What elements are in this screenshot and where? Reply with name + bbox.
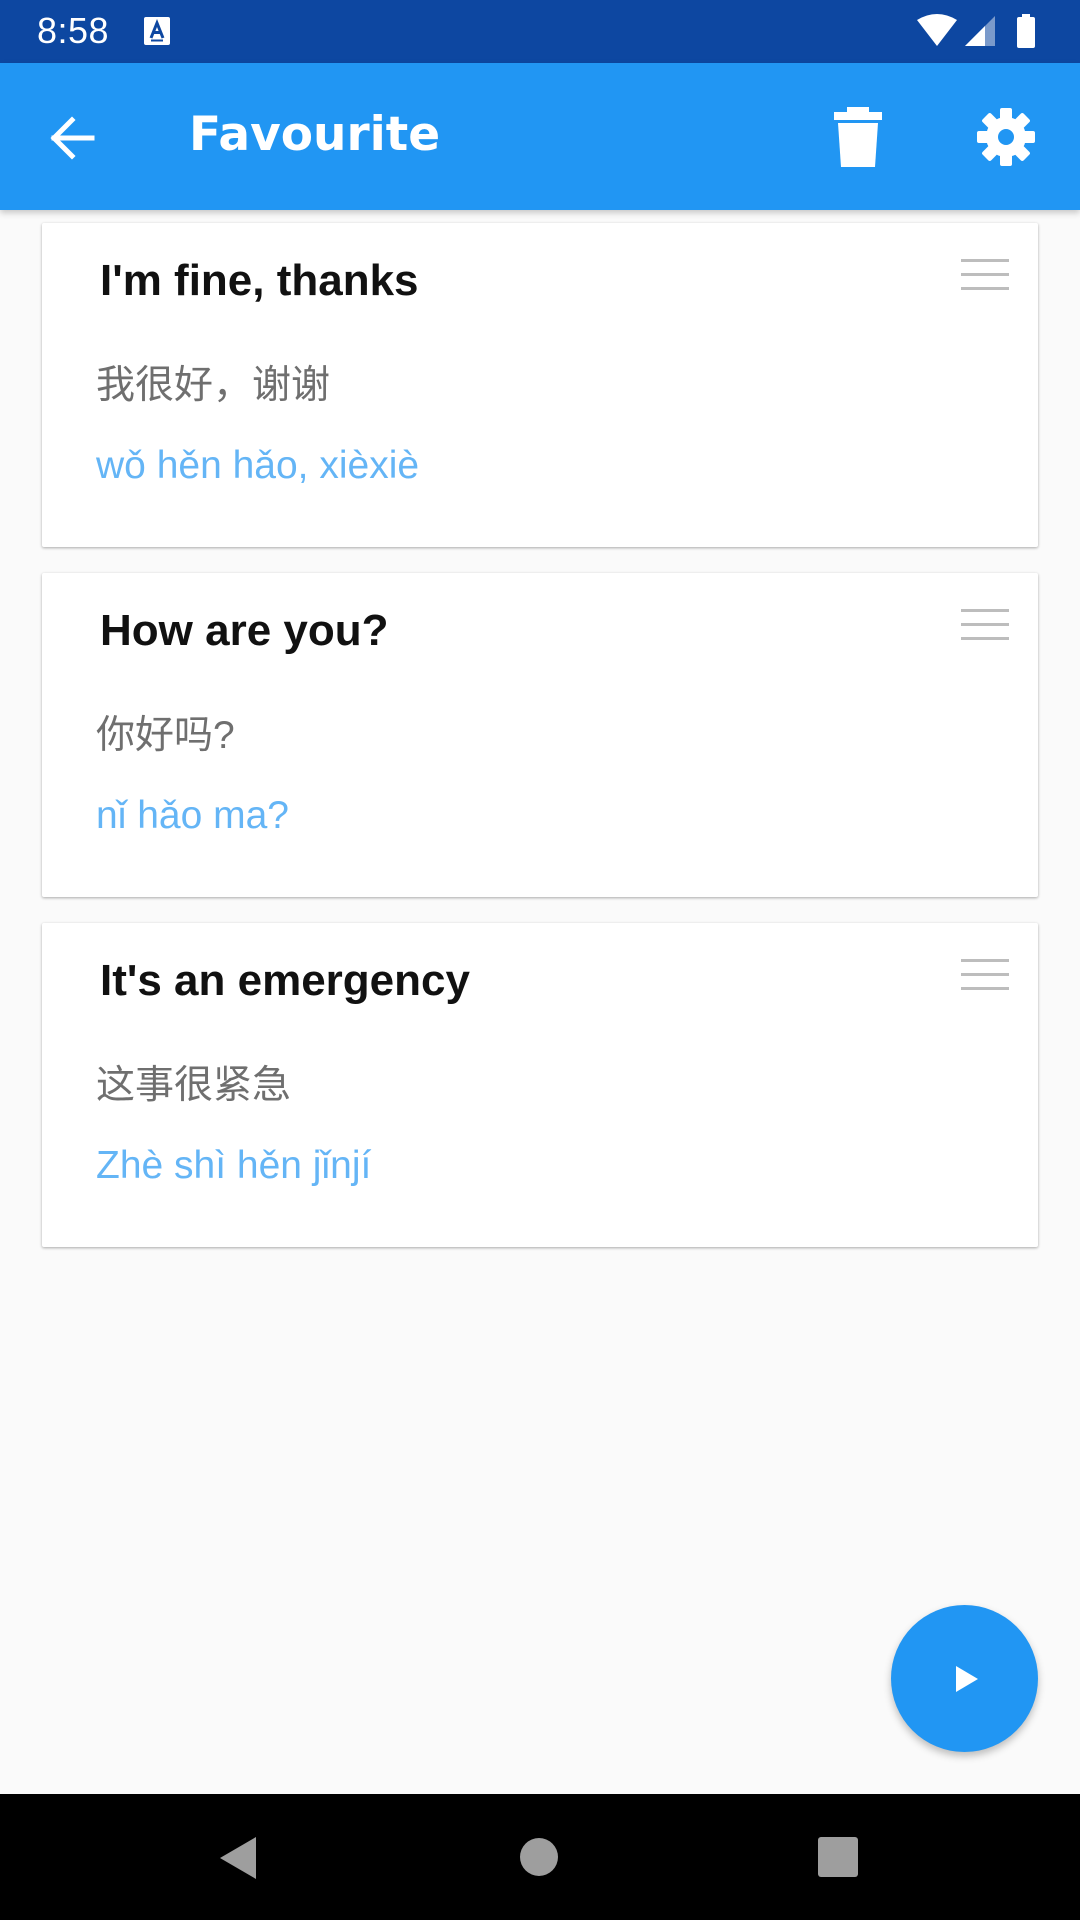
back-arrow-icon[interactable]: [44, 109, 102, 167]
phrase-chinese: 我很好，谢谢: [96, 364, 331, 407]
status-bar: 8:58: [0, 0, 1080, 63]
battery-icon: [1017, 14, 1035, 48]
a-notification-icon: [144, 17, 170, 45]
app-bar: Favourite: [0, 63, 1080, 210]
signal-icon: [965, 16, 995, 46]
phrase-english: It's an emergency: [100, 956, 470, 1005]
play-icon: [956, 1666, 978, 1692]
play-button[interactable]: [891, 1605, 1038, 1752]
phrase-pinyin: Zhè shì hěn jǐnjí: [96, 1144, 372, 1187]
status-time: 8:58: [37, 10, 110, 51]
drag-handle-icon[interactable]: [961, 959, 1009, 991]
phrase-chinese: 这事很紧急: [96, 1064, 292, 1107]
nav-recents-icon[interactable]: [818, 1837, 858, 1877]
nav-home-icon[interactable]: [519, 1837, 559, 1877]
phrase-pinyin: wǒ hěn hǎo, xièxiè: [96, 444, 420, 487]
delete-icon[interactable]: [834, 107, 882, 167]
phrase-card[interactable]: How are you? 你好吗? nǐ hǎo ma?: [42, 573, 1038, 897]
nav-back-icon[interactable]: [216, 1834, 260, 1882]
drag-handle-icon[interactable]: [961, 259, 1009, 291]
phrase-card[interactable]: I'm fine, thanks 我很好，谢谢 wǒ hěn hǎo, xièx…: [42, 223, 1038, 547]
phrase-chinese: 你好吗?: [96, 714, 235, 757]
drag-handle-icon[interactable]: [961, 609, 1009, 641]
phrase-card[interactable]: It's an emergency 这事很紧急 Zhè shì hěn jǐnj…: [42, 923, 1038, 1247]
phrase-english: How are you?: [100, 606, 389, 655]
settings-gear-icon[interactable]: [976, 107, 1036, 167]
system-nav-bar: [0, 1794, 1080, 1920]
wifi-icon: [917, 14, 957, 46]
phrase-english: I'm fine, thanks: [100, 256, 419, 305]
status-icons: [917, 14, 1035, 48]
phrase-pinyin: nǐ hǎo ma?: [96, 794, 289, 837]
page-title: Favourite: [189, 107, 441, 162]
